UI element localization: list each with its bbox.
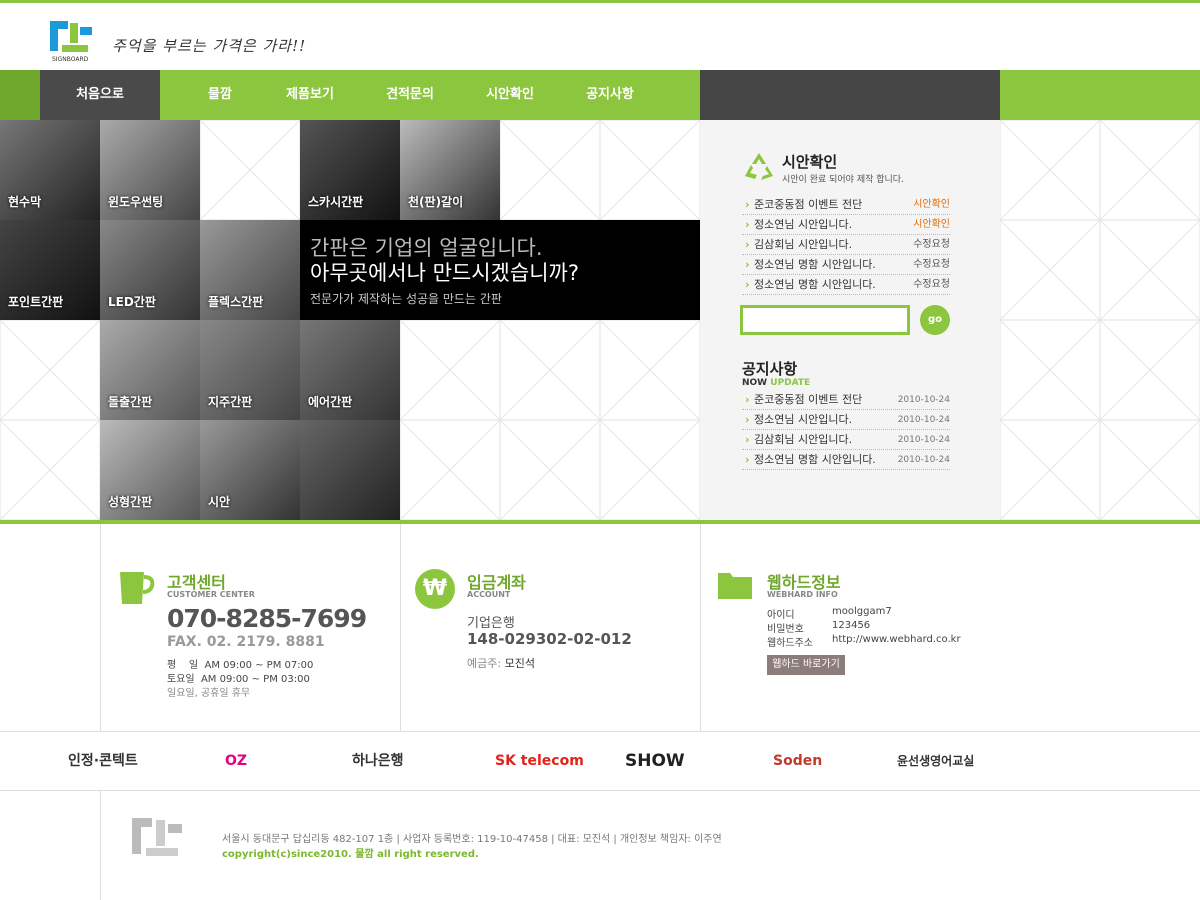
partner-logo[interactable]: 인정·콘텍트 xyxy=(68,748,138,774)
nav-item-moolggam[interactable]: 물깜 xyxy=(175,70,265,120)
recycle-icon xyxy=(745,153,773,180)
footer-logo xyxy=(132,818,182,856)
draft-row[interactable]: › 정소연님 명함 시안입니다. 수정요청 xyxy=(742,255,950,275)
account-holder: 예금주: 모진석 xyxy=(467,657,535,670)
customer-hours-weekday: 평 일 AM 09:00 ~ PM 07:00 xyxy=(167,660,314,671)
partner-logo[interactable]: SHOW xyxy=(625,748,685,774)
tile-point-sign[interactable]: 포인트간판 xyxy=(0,220,100,320)
header: SIGNBOARD 주억을 부르는 가격은 가라!! xyxy=(0,3,1200,70)
partner-logo[interactable]: 윤선생영어교실 xyxy=(897,748,974,774)
notice-subtitle: NOW UPDATE xyxy=(742,378,811,388)
draft-subtitle: 시안이 완료 되어야 제작 합니다. xyxy=(782,175,904,185)
nav-left-cap xyxy=(0,70,40,120)
main-nav: 처음으로 물깜 제품보기 견적문의 시안확인 공지사항 xyxy=(0,70,1200,120)
slogan: 주억을 부르는 가격은 가라!! xyxy=(112,37,307,55)
won-icon: ₩ xyxy=(415,569,455,609)
notice-title: 공지사항 xyxy=(742,360,798,378)
tile-window-tinting[interactable]: 윈도우썬팅 xyxy=(100,120,200,220)
webhard-button[interactable]: 웹하드 바로가기 xyxy=(767,655,845,675)
tile-projecting-sign[interactable]: 돌출간판 xyxy=(100,320,200,420)
tile-air-sign[interactable]: 에어간판 xyxy=(300,320,400,420)
account-number: 148-029302-02-012 xyxy=(467,630,632,648)
customer-holiday: 일요일, 공휴일 휴무 xyxy=(167,688,251,699)
nav-item-products[interactable]: 제품보기 xyxy=(265,70,355,120)
draft-title: 시안확인 xyxy=(782,153,838,171)
tile-fabric-change[interactable]: 천(판)갈이 xyxy=(400,120,500,220)
customer-en: CUSTOMER CENTER xyxy=(167,590,255,599)
notice-row[interactable]: › 정소연님 명함 시안입니다. 2010-10-24 xyxy=(742,450,950,470)
go-button[interactable]: go xyxy=(920,305,950,335)
partner-logo[interactable]: Soden xyxy=(773,748,822,774)
draft-row[interactable]: › 준코중동점 이벤트 전단 시안확인 xyxy=(742,195,950,215)
banner-line2: 아무곳에서나 만드시겠습니까? xyxy=(310,261,579,285)
banner-line3: 전문가가 제작하는 성공을 만드는 간판 xyxy=(310,292,502,306)
draft-row[interactable]: › 정소연님 명함 시안입니다. 수정요청 xyxy=(742,275,950,295)
nav-item-notice[interactable]: 공지사항 xyxy=(565,70,655,120)
logo-sub-text: SIGNBOARD xyxy=(52,56,89,63)
tile-led-sign[interactable]: LED간판 xyxy=(100,220,200,320)
webhard-pw-label: 비밀번호 xyxy=(767,624,804,635)
tile-draft[interactable]: 시안 xyxy=(200,420,300,520)
promo-banner: 간판은 기업의 얼굴입니다. 아무곳에서나 만드시겠습니까? 전문가가 제작하는… xyxy=(300,220,700,320)
notice-row[interactable]: › 정소연님 시안입니다. 2010-10-24 xyxy=(742,410,950,430)
webhard-url-label: 웹하드주소 xyxy=(767,638,813,649)
customer-fax: FAX. 02. 2179. 8881 xyxy=(167,634,325,650)
customer-phone: 070-8285-7699 xyxy=(167,604,367,633)
logo[interactable]: SIGNBOARD xyxy=(48,19,96,63)
notice-list: › 준코중동점 이벤트 전단 2010-10-24 › 정소연님 시안입니다. 2010… xyxy=(742,390,950,470)
tile-pole-sign[interactable]: 지주간판 xyxy=(200,320,300,420)
folder-icon xyxy=(718,573,752,599)
account-bank: 기업은행 xyxy=(467,616,515,631)
nav-dark-block xyxy=(700,70,1000,120)
customer-hours-saturday: 토요일 AM 09:00 ~ PM 03:00 xyxy=(167,674,310,685)
draft-list: › 준코중동점 이벤트 전단 시안확인 › 정소연님 시안입니다. 시안확인 › 김삼회님… xyxy=(742,195,950,295)
signboard-grid: 현수막 윈도우썬팅 스카시간판 천(판)갈이 포인트간판 LED간판 플렉스간판… xyxy=(0,120,1200,520)
webhard-pw: 123456 xyxy=(832,620,871,631)
draft-search-input[interactable] xyxy=(740,305,910,335)
webhard-en: WEBHARD INFO xyxy=(767,590,838,599)
tile-certified-sign-image xyxy=(300,420,400,520)
nav-home[interactable]: 처음으로 xyxy=(40,70,160,120)
tile-molded-sign[interactable]: 성형간판 xyxy=(100,420,200,520)
footer-copyright: copyright(c)since2010. 물깜 all right rese… xyxy=(222,849,479,860)
draft-row[interactable]: › 정소연님 시안입니다. 시안확인 xyxy=(742,215,950,235)
partner-logo[interactable]: SK telecom xyxy=(495,748,584,774)
partner-logo[interactable]: 하나은행 xyxy=(352,748,404,774)
draft-row[interactable]: › 김삼회님 시안입니다. 수정요청 xyxy=(742,235,950,255)
partners-bar xyxy=(0,731,1200,791)
partner-logo[interactable]: OZ xyxy=(225,748,247,774)
notice-row[interactable]: › 김삼회님 시안입니다. 2010-10-24 xyxy=(742,430,950,450)
tile-banner[interactable]: 현수막 xyxy=(0,120,100,220)
notice-row[interactable]: › 준코중동점 이벤트 전단 2010-10-24 xyxy=(742,390,950,410)
tile-flex-sign[interactable]: 플렉스간판 xyxy=(200,220,300,320)
footer-address: 서울시 동대문구 답십리동 482-107 1층 | 사업자 등록번호: 119… xyxy=(222,834,722,845)
webhard-id: moolggam7 xyxy=(832,606,892,617)
account-en: ACCOUNT xyxy=(467,590,511,599)
nav-item-draft[interactable]: 시안확인 xyxy=(465,70,555,120)
nav-item-estimate[interactable]: 견적문의 xyxy=(365,70,455,120)
webhard-url: http://www.webhard.co.kr xyxy=(832,634,961,645)
cup-icon xyxy=(120,572,155,604)
tile-scasi-sign[interactable]: 스카시간판 xyxy=(300,120,400,220)
webhard-id-label: 아이디 xyxy=(767,610,795,621)
